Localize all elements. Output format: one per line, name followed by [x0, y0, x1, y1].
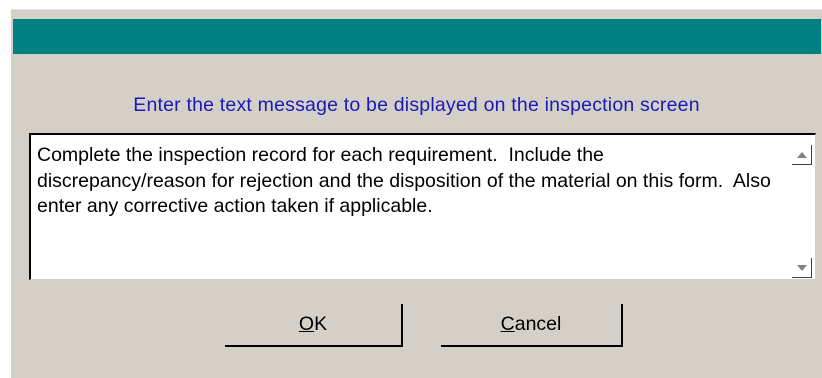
cancel-accelerator: C [500, 313, 515, 335]
message-text[interactable]: Complete the inspection record for each … [37, 143, 771, 220]
inspection-message-dialog: Enter the text message to be displayed o… [11, 9, 822, 378]
cancel-label: ancel [514, 313, 562, 335]
instruction-label: Enter the text message to be displayed o… [133, 94, 700, 116]
ok-accelerator: O [298, 313, 315, 335]
scroll-up-arrow-icon [796, 151, 807, 158]
scroll-up-button[interactable] [792, 145, 812, 165]
title-bar[interactable] [13, 19, 821, 54]
message-textarea[interactable]: Complete the inspection record for each … [29, 133, 816, 280]
ok-button[interactable]: OK [225, 304, 403, 347]
scroll-down-button[interactable] [792, 258, 812, 278]
vertical-scrollbar[interactable] [792, 135, 814, 280]
ok-label: K [314, 313, 328, 335]
cancel-button[interactable]: Cancel [441, 304, 623, 347]
scroll-down-arrow-icon [796, 264, 807, 271]
